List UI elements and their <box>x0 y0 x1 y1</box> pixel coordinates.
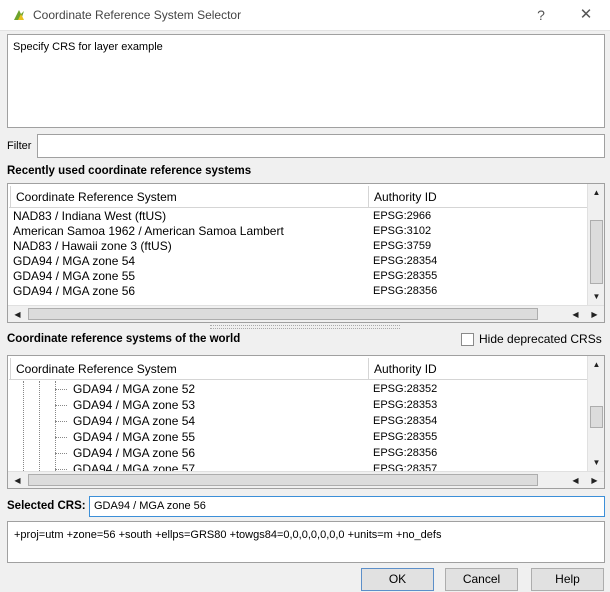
table-row[interactable]: GDA94 / MGA zone 54 EPSG:28354 <box>9 254 588 269</box>
authority-id: EPSG:28355 <box>373 270 438 282</box>
authority-id: EPSG:28354 <box>373 415 438 427</box>
help-title-button[interactable]: ? <box>530 5 552 25</box>
tree-branch <box>55 389 67 390</box>
authority-id: EPSG:3102 <box>373 225 432 237</box>
scroll-down-icon[interactable]: ▼ <box>589 455 604 470</box>
authority-id: EPSG:2966 <box>373 210 432 222</box>
scroll-right-icon[interactable]: ▶ <box>587 307 602 322</box>
table-row[interactable]: NAD83 / Hawaii zone 3 (ftUS) EPSG:3759 <box>9 239 588 254</box>
crs-name: GDA94 / MGA zone 56 <box>13 284 136 298</box>
filter-input[interactable] <box>37 134 605 158</box>
table-row[interactable]: NAD83 / Indiana West (ftUS) EPSG:2966 <box>9 209 588 224</box>
table-header: Coordinate Reference System Authority ID <box>9 358 588 380</box>
hide-deprecated-label[interactable]: Hide deprecated CRSs <box>479 332 602 346</box>
description-box: Specify CRS for layer example <box>7 34 605 128</box>
scroll-left-icon[interactable]: ◀ <box>568 473 583 488</box>
scroll-down-icon[interactable]: ▼ <box>589 289 604 304</box>
crs-name: NAD83 / Indiana West (ftUS) <box>13 209 167 223</box>
selected-crs-label: Selected CRS: <box>7 500 86 512</box>
window-title: Coordinate Reference System Selector <box>33 8 242 22</box>
table-header: Coordinate Reference System Authority ID <box>9 186 588 208</box>
tree-branch <box>55 469 67 470</box>
crs-name: GDA94 / MGA zone 55 <box>13 269 136 283</box>
recent-heading: Recently used coordinate reference syste… <box>7 165 252 177</box>
recent-rows: NAD83 / Indiana West (ftUS) EPSG:2966 Ame… <box>9 209 588 299</box>
crs-name: GDA94 / MGA zone 55 <box>73 430 196 444</box>
tree-item[interactable]: GDA94 / MGA zone 54 EPSG:28354 <box>9 413 588 429</box>
crs-name: GDA94 / MGA zone 56 <box>73 446 196 460</box>
scroll-up-icon[interactable]: ▲ <box>589 185 604 200</box>
crs-name: GDA94 / MGA zone 52 <box>73 382 196 396</box>
scroll-left-icon[interactable]: ◀ <box>10 307 25 322</box>
ok-button[interactable]: OK <box>361 568 434 591</box>
scroll-thumb[interactable] <box>590 406 603 428</box>
authority-id: EPSG:28352 <box>373 383 438 395</box>
recent-crs-table[interactable]: Coordinate Reference System Authority ID… <box>7 183 605 323</box>
title-bar: Coordinate Reference System Selector ? ✕ <box>0 0 610 31</box>
tree-branch <box>55 437 67 438</box>
authority-id: EPSG:28356 <box>373 285 438 297</box>
scroll-left-icon[interactable]: ◀ <box>10 473 25 488</box>
column-header-authority[interactable]: Authority ID <box>369 358 588 380</box>
table-row[interactable]: American Samoa 1962 / American Samoa Lam… <box>9 224 588 239</box>
horizontal-scrollbar[interactable]: ◀ ◀ ▶ <box>8 471 604 488</box>
authority-id: EPSG:28353 <box>373 399 438 411</box>
splitter-handle[interactable] <box>210 325 400 329</box>
world-rows: GDA94 / MGA zone 52 EPSG:28352 GDA94 / MG… <box>9 381 588 477</box>
scroll-up-icon[interactable]: ▲ <box>589 357 604 372</box>
crs-name: GDA94 / MGA zone 53 <box>73 398 196 412</box>
crs-name: American Samoa 1962 / American Samoa Lam… <box>13 224 284 238</box>
authority-id: EPSG:3759 <box>373 240 432 252</box>
tree-item[interactable]: GDA94 / MGA zone 55 EPSG:28355 <box>9 429 588 445</box>
qgis-logo-icon <box>14 10 24 20</box>
column-header-crs[interactable]: Coordinate Reference System <box>10 358 369 380</box>
column-header-authority[interactable]: Authority ID <box>369 186 588 208</box>
tree-item[interactable]: GDA94 / MGA zone 53 EPSG:28353 <box>9 397 588 413</box>
authority-id: EPSG:28354 <box>373 255 438 267</box>
scroll-thumb[interactable] <box>590 220 603 284</box>
tree-branch <box>55 453 67 454</box>
proj-string-box: +proj=utm +zone=56 +south +ellps=GRS80 +… <box>7 521 605 563</box>
scroll-left-icon[interactable]: ◀ <box>568 307 583 322</box>
tree-branch <box>55 421 67 422</box>
tree-item[interactable]: GDA94 / MGA zone 56 EPSG:28356 <box>9 445 588 461</box>
selected-crs-field[interactable]: GDA94 / MGA zone 56 <box>89 496 605 517</box>
table-row[interactable]: GDA94 / MGA zone 55 EPSG:28355 <box>9 269 588 284</box>
proj-string-text: +proj=utm +zone=56 +south +ellps=GRS80 +… <box>14 529 442 541</box>
hide-deprecated-checkbox[interactable] <box>461 333 474 346</box>
help-button[interactable]: Help <box>531 568 604 591</box>
world-crs-tree[interactable]: Coordinate Reference System Authority ID… <box>7 355 605 489</box>
column-header-crs[interactable]: Coordinate Reference System <box>10 186 369 208</box>
crs-name: GDA94 / MGA zone 54 <box>73 414 196 428</box>
vertical-scrollbar[interactable]: ▲ ▼ <box>587 184 604 305</box>
tree-item[interactable]: GDA94 / MGA zone 52 EPSG:28352 <box>9 381 588 397</box>
world-heading: Coordinate reference systems of the worl… <box>7 333 241 345</box>
tree-branch <box>55 405 67 406</box>
scroll-thumb[interactable] <box>28 474 538 486</box>
vertical-scrollbar[interactable]: ▲ ▼ <box>587 356 604 471</box>
scroll-right-icon[interactable]: ▶ <box>587 473 602 488</box>
description-text: Specify CRS for layer example <box>13 41 163 53</box>
crs-name: GDA94 / MGA zone 54 <box>13 254 136 268</box>
table-row[interactable]: GDA94 / MGA zone 56 EPSG:28356 <box>9 284 588 299</box>
close-button[interactable]: ✕ <box>575 5 597 25</box>
crs-name: NAD83 / Hawaii zone 3 (ftUS) <box>13 239 172 253</box>
horizontal-scrollbar[interactable]: ◀ ◀ ▶ <box>8 305 604 322</box>
authority-id: EPSG:28356 <box>373 447 438 459</box>
cancel-button[interactable]: Cancel <box>445 568 518 591</box>
filter-label: Filter <box>7 140 32 152</box>
scroll-thumb[interactable] <box>28 308 538 320</box>
authority-id: EPSG:28355 <box>373 431 438 443</box>
